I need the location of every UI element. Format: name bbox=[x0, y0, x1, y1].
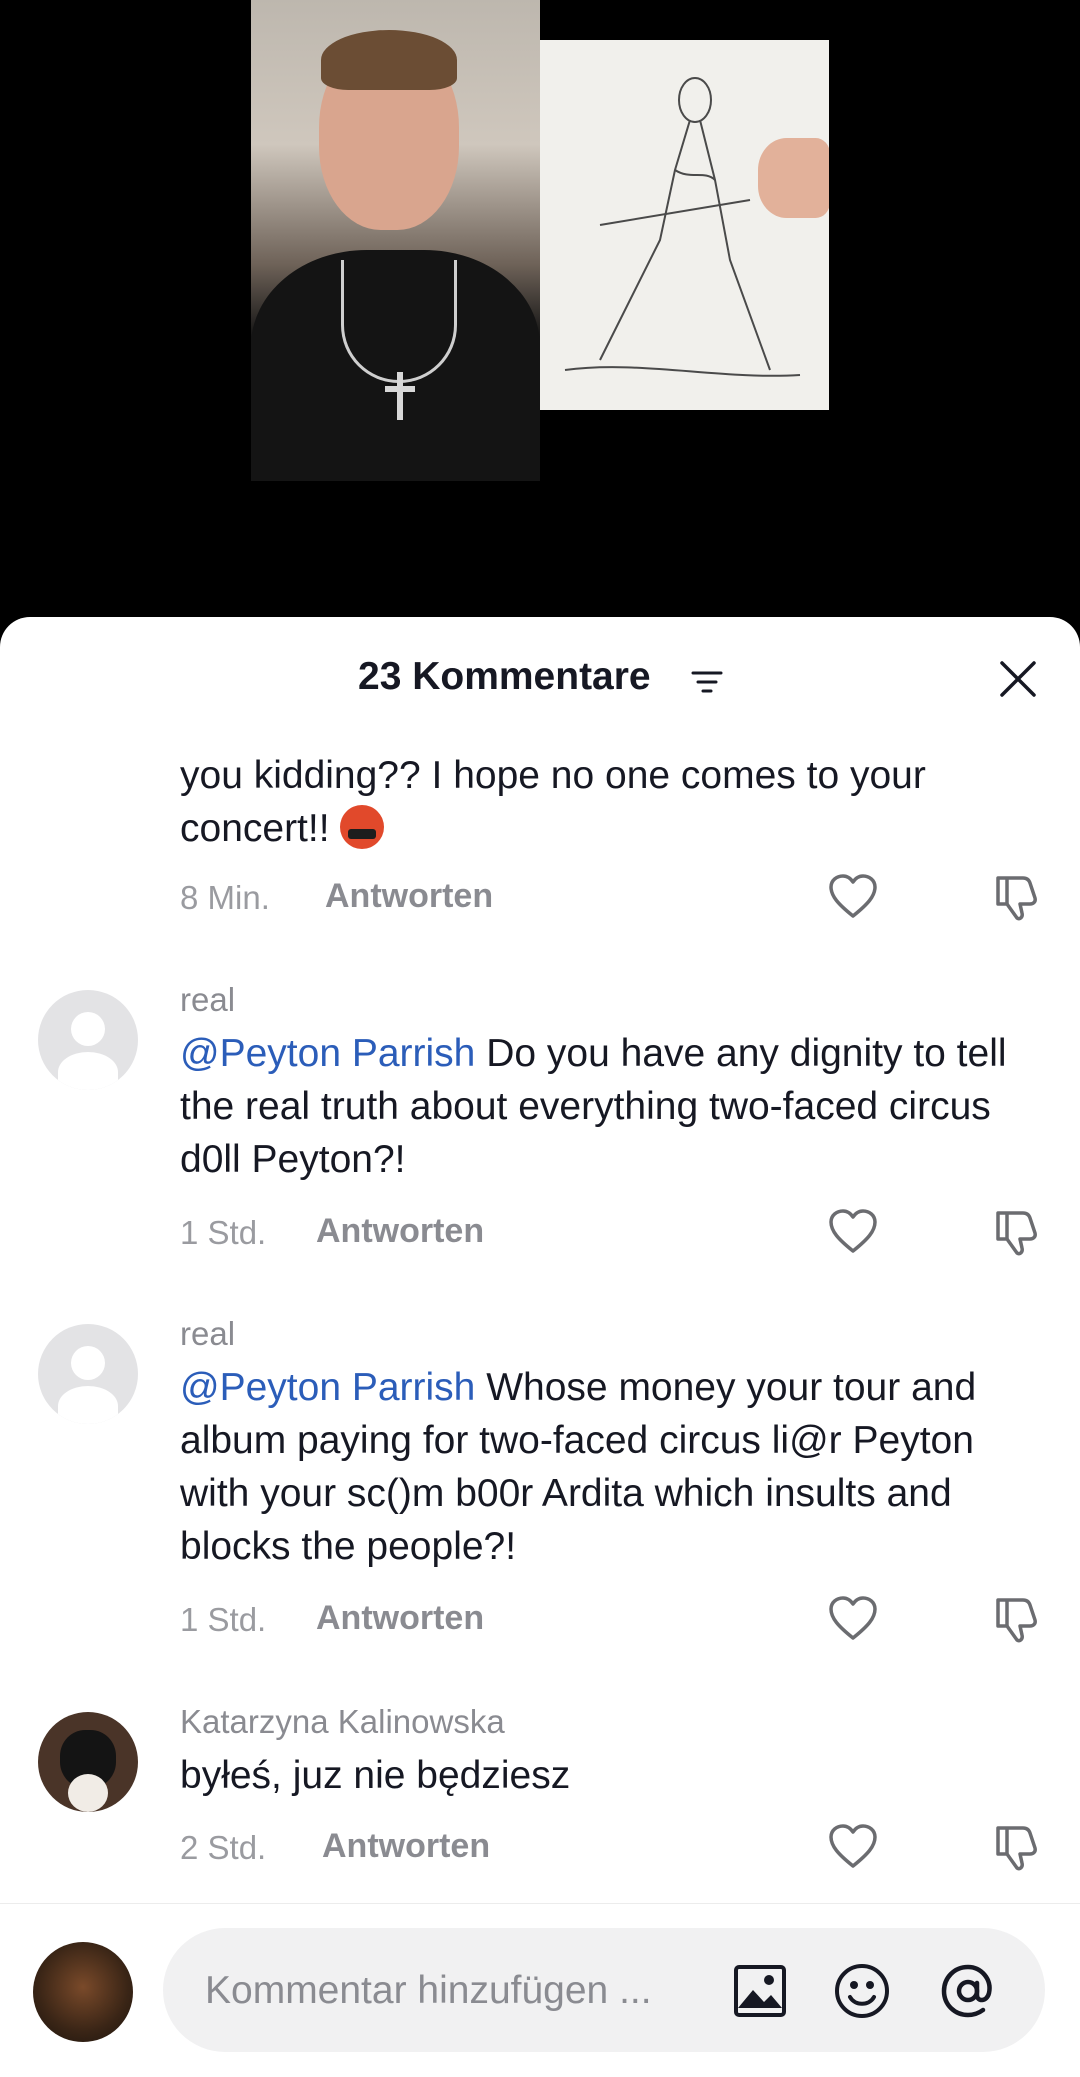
avatar[interactable] bbox=[38, 1324, 138, 1424]
comment-text: @Peyton Parrish Do you have any dignity … bbox=[180, 1032, 1007, 1181]
comment-username[interactable]: real bbox=[180, 981, 235, 1019]
thumbs-down-icon[interactable] bbox=[993, 872, 1043, 922]
reply-button[interactable]: Antworten bbox=[316, 1212, 484, 1251]
reply-button[interactable]: Antworten bbox=[325, 877, 493, 916]
comments-sheet: 23 Kommentare you kidding?? I hope no on… bbox=[0, 617, 1080, 2076]
at-icon[interactable] bbox=[939, 1962, 997, 2020]
heart-icon[interactable] bbox=[828, 1209, 878, 1255]
avatar[interactable] bbox=[38, 1712, 138, 1812]
comment-username[interactable]: Katarzyna Kalinowska bbox=[180, 1703, 505, 1741]
heart-icon[interactable] bbox=[828, 1596, 878, 1642]
heart-icon[interactable] bbox=[828, 1824, 878, 1870]
angry-face-emoji-icon bbox=[340, 805, 385, 849]
sheet-header: 23 Kommentare bbox=[0, 617, 1080, 741]
comment-text: @Peyton Parrish Whose money your tour an… bbox=[180, 1366, 977, 1568]
comment-text: you kidding?? I hope no one comes to you… bbox=[180, 754, 926, 850]
reply-button[interactable]: Antworten bbox=[322, 1827, 490, 1866]
comment-composer bbox=[0, 1903, 1080, 2077]
close-icon[interactable] bbox=[996, 657, 1040, 701]
comment-input-container[interactable] bbox=[163, 1928, 1045, 2052]
image-icon[interactable] bbox=[731, 1962, 789, 2020]
comment-text: byłeś, juz nie będziesz bbox=[180, 1754, 571, 1797]
comment-username[interactable]: real bbox=[180, 1315, 235, 1353]
comment-time: 2 Std. bbox=[180, 1829, 267, 1866]
comment-time: 8 Min. bbox=[180, 879, 270, 916]
heart-icon[interactable] bbox=[828, 874, 878, 920]
video-frame-sketch bbox=[540, 40, 829, 410]
video-frame-person bbox=[251, 0, 540, 481]
comment-time: 1 Std. bbox=[180, 1214, 267, 1251]
filter-icon[interactable] bbox=[690, 667, 724, 697]
avatar[interactable] bbox=[38, 990, 138, 1090]
comment-time: 1 Std. bbox=[180, 1601, 267, 1638]
mention-link[interactable]: @Peyton Parrish bbox=[180, 1366, 475, 1409]
thumbs-down-icon[interactable] bbox=[993, 1822, 1043, 1872]
comment-input[interactable] bbox=[203, 1958, 727, 2024]
reply-button[interactable]: Antworten bbox=[316, 1599, 484, 1638]
mention-link[interactable]: @Peyton Parrish bbox=[180, 1032, 475, 1075]
video-player[interactable] bbox=[0, 0, 1080, 620]
thumbs-down-icon[interactable] bbox=[993, 1207, 1043, 1257]
emoji-icon[interactable] bbox=[833, 1962, 891, 2020]
comments-count-title: 23 Kommentare bbox=[358, 655, 651, 698]
thumbs-down-icon[interactable] bbox=[993, 1594, 1043, 1644]
current-user-avatar bbox=[33, 1942, 133, 2042]
